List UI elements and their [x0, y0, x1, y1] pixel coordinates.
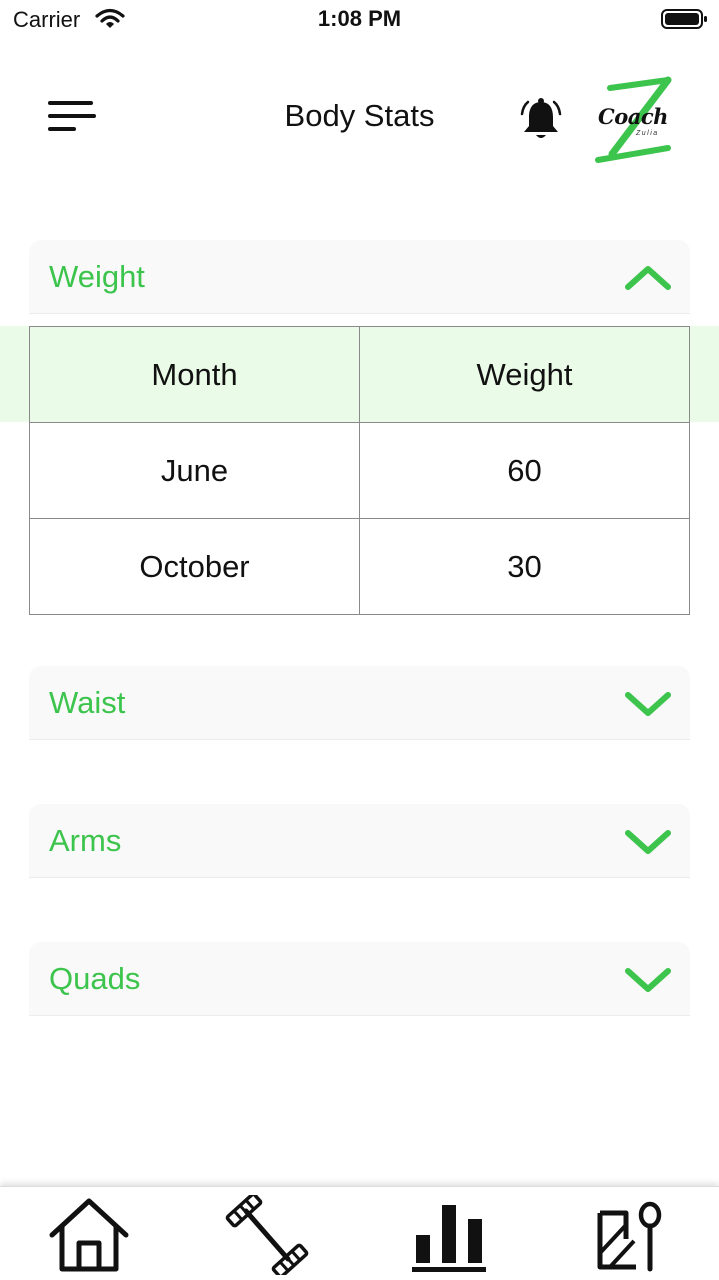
- battery-icon: [661, 9, 707, 29]
- home-icon: [49, 1198, 129, 1272]
- column-header-month: Month: [29, 326, 360, 423]
- section-label-weight: Weight: [49, 259, 145, 294]
- section-header-weight[interactable]: Weight: [29, 240, 690, 314]
- coach-logo: Coach Zulia: [592, 76, 684, 164]
- app-header: Body Stats Coach Zulia: [0, 60, 719, 176]
- section-label-waist: Waist: [49, 685, 126, 720]
- tab-home[interactable]: [44, 1195, 134, 1275]
- bell-icon: [520, 98, 562, 138]
- logo-text: Coach: [598, 104, 668, 129]
- chevron-up-icon: [625, 266, 671, 290]
- table-header-row: Month Weight: [29, 326, 690, 423]
- table-row: October 30: [29, 518, 690, 615]
- status-time: 1:08 PM: [317, 6, 402, 31]
- section-label-arms: Arms: [49, 823, 122, 858]
- table-row: June 60: [29, 422, 690, 519]
- barbell-icon: [225, 1192, 309, 1279]
- status-bar: Carrier 1:08 PM: [0, 0, 719, 40]
- cell-weight: 30: [359, 518, 690, 615]
- cell-weight: 60: [359, 422, 690, 519]
- tab-workouts[interactable]: [222, 1192, 312, 1279]
- section-header-arms[interactable]: Arms: [29, 804, 690, 878]
- chevron-down-icon: [625, 692, 671, 716]
- section-header-waist[interactable]: Waist: [29, 666, 690, 740]
- cell-month: June: [29, 422, 360, 519]
- notifications-button[interactable]: [516, 96, 566, 144]
- column-header-weight: Weight: [359, 326, 690, 423]
- chevron-down-icon: [625, 830, 671, 854]
- tab-nutrition[interactable]: [586, 1195, 676, 1275]
- tab-stats[interactable]: [404, 1195, 494, 1275]
- weight-table: Month Weight June 60 October 30: [29, 326, 690, 615]
- chevron-down-icon: [625, 968, 671, 992]
- cell-month: October: [29, 518, 360, 615]
- section-header-quads[interactable]: Quads: [29, 942, 690, 1016]
- section-label-quads: Quads: [49, 961, 141, 996]
- bar-chart-icon: [412, 1205, 486, 1272]
- nutrition-icon: [597, 1201, 662, 1272]
- logo-subtext: Zulia: [636, 130, 659, 137]
- bottom-tab-bar: [0, 1186, 719, 1280]
